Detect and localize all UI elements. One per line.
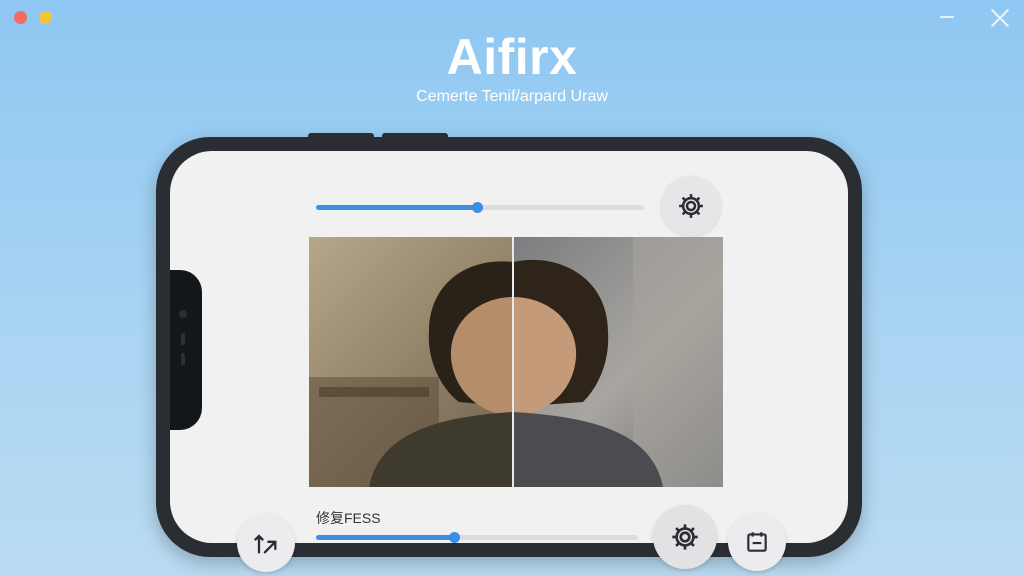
- transform-arrows-icon: [254, 534, 277, 554]
- portrait-after: [513, 237, 723, 487]
- top-slider[interactable]: [316, 202, 644, 213]
- speaker-icon: [181, 333, 185, 345]
- minimize-window-dot[interactable]: [39, 11, 52, 24]
- phone-notch: [170, 270, 202, 430]
- gear-icon: [679, 194, 703, 218]
- gear-icon: [672, 524, 698, 550]
- phone-frame: [156, 133, 862, 557]
- after-photo: [513, 237, 723, 487]
- settings-button-bottom[interactable]: [653, 505, 717, 569]
- before-after-photo[interactable]: [309, 237, 723, 487]
- close-icon[interactable]: [988, 6, 1012, 30]
- bottom-slider-fill: [316, 535, 455, 540]
- compare-divider-handle[interactable]: [512, 237, 514, 487]
- portrait-before: [309, 261, 513, 487]
- window-traffic-lights: [14, 11, 52, 24]
- close-window-dot[interactable]: [14, 11, 27, 24]
- calendar-button[interactable]: [728, 513, 786, 571]
- minimize-icon[interactable]: [937, 11, 957, 23]
- bottom-slider[interactable]: [316, 532, 638, 543]
- transform-button[interactable]: [237, 514, 295, 572]
- app-subtitle: Cemerte Tenif/arpard Uraw: [416, 88, 608, 105]
- filter-caption: 修复FESS: [316, 510, 381, 526]
- app-title: Aifirx: [446, 29, 578, 85]
- top-slider-knob[interactable]: [471, 202, 483, 213]
- phone-side-button: [308, 133, 374, 139]
- speaker-icon: [181, 353, 185, 365]
- settings-button-top[interactable]: [661, 176, 721, 236]
- calendar-icon: [747, 532, 767, 552]
- before-photo: [309, 237, 513, 487]
- top-slider-fill: [316, 205, 477, 210]
- phone-side-button: [382, 133, 448, 139]
- phone-screen: [170, 151, 848, 543]
- camera-icon: [179, 310, 187, 318]
